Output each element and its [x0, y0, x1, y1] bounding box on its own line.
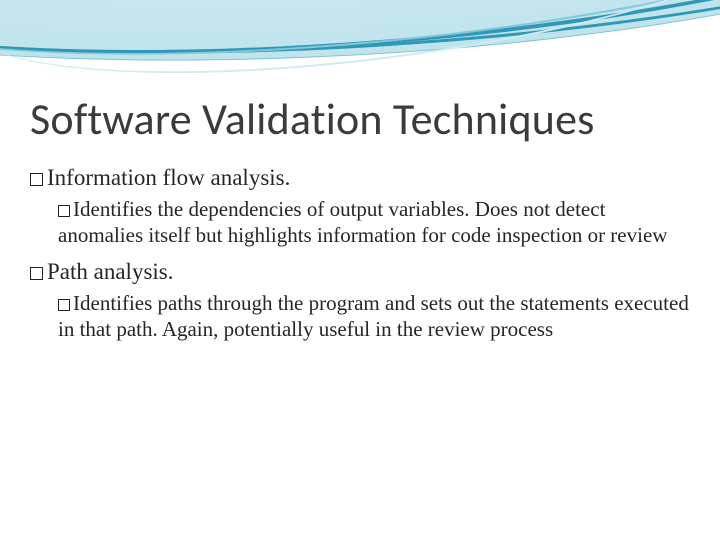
sub-bullet-text: Identifies the dependencies of output va…: [58, 197, 667, 247]
bullet-item: Information flow analysis.: [30, 164, 690, 192]
bullet-item: Path analysis.: [30, 258, 690, 286]
bullet-text: Information flow analysis.: [47, 165, 290, 190]
slide-title: Software Validation Techniques: [30, 92, 690, 146]
square-bullet-icon: [30, 173, 43, 186]
bullet-level1: Information flow analysis.: [30, 164, 690, 192]
bullet-level2: Identifies paths through the program and…: [30, 290, 690, 343]
square-bullet-icon: [30, 267, 43, 280]
bullet-level2: Identifies the dependencies of output va…: [30, 196, 690, 249]
square-bullet-icon: [58, 299, 70, 311]
decorative-wave: [0, 0, 720, 90]
slide-content: Software Validation Techniques Informati…: [30, 92, 690, 352]
sub-bullet-item: Identifies the dependencies of output va…: [58, 196, 690, 249]
square-bullet-icon: [58, 205, 70, 217]
sub-bullet-text: Identifies paths through the program and…: [58, 291, 689, 341]
sub-bullet-item: Identifies paths through the program and…: [58, 290, 690, 343]
bullet-text: Path analysis.: [47, 259, 174, 284]
bullet-level1: Path analysis.: [30, 258, 690, 286]
